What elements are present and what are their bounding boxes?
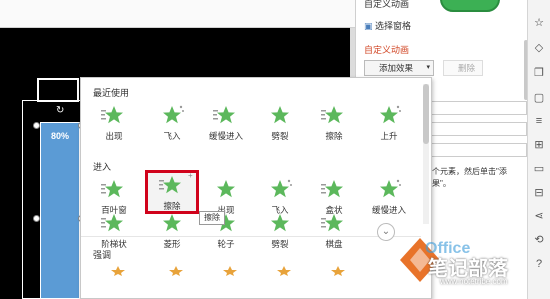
tooltip: 擦除 bbox=[199, 211, 225, 225]
effect-recent-item[interactable]: 飞入 bbox=[145, 100, 199, 144]
chevron-down-icon: ▾ bbox=[426, 64, 430, 71]
effect-label: 出现 bbox=[105, 131, 123, 141]
emphasis-effect-icon[interactable] bbox=[277, 266, 291, 276]
pane-hint-text: 个元素，然后单击"添 果"。 bbox=[432, 166, 527, 190]
star-effect-icon bbox=[101, 180, 123, 198]
panel-scrollbar[interactable] bbox=[423, 84, 429, 224]
star-effect-icon bbox=[213, 106, 235, 124]
effect-label: 棋盘 bbox=[325, 239, 343, 249]
effect-label: 缓慢进入 bbox=[208, 131, 243, 141]
effect-label: 缓慢进入 bbox=[371, 205, 406, 215]
pane-field-2[interactable] bbox=[430, 122, 527, 136]
copy-icon[interactable]: ❐ bbox=[533, 67, 545, 79]
layers-icon[interactable]: ⊞ bbox=[533, 139, 545, 151]
archive-icon[interactable]: ⊟ bbox=[533, 187, 545, 199]
right-icon-strip: ☆ ◇ ❐ ▢ ≡ ⊞ ▭ ⊟ ⋖ ⟲ ? bbox=[527, 0, 550, 299]
effect-entrance-item[interactable]: 棋盘 bbox=[307, 208, 361, 252]
star-effect-icon bbox=[159, 176, 181, 194]
effect-recent-item[interactable]: 上升 bbox=[362, 100, 416, 144]
watermark-url: www.notetribe.com bbox=[440, 277, 508, 286]
pane-field-3[interactable] bbox=[430, 143, 527, 157]
star-effect-icon bbox=[163, 214, 181, 232]
effect-recent-item[interactable]: 出现 bbox=[87, 100, 141, 144]
emphasis-effect-icon[interactable] bbox=[331, 266, 345, 276]
star-effect-icon bbox=[271, 179, 292, 198]
effect-label: 上升 bbox=[380, 131, 398, 141]
pane-field-1[interactable] bbox=[430, 101, 527, 115]
star-effect-icon bbox=[271, 214, 289, 232]
effect-label: 阶梯状 bbox=[101, 239, 127, 249]
effect-recent-item[interactable]: 劈裂 bbox=[253, 100, 307, 144]
effect-entrance-item[interactable]: 菱形 bbox=[145, 208, 199, 252]
settings-icon[interactable]: ≡ bbox=[533, 115, 545, 127]
plus-icon: + bbox=[188, 171, 193, 180]
effect-label: 菱形 bbox=[163, 239, 181, 249]
help-icon[interactable]: ? bbox=[533, 258, 545, 270]
history-icon[interactable]: ⟲ bbox=[533, 234, 545, 246]
star-effect-icon bbox=[217, 180, 235, 198]
resize-handle[interactable] bbox=[33, 122, 40, 129]
delete-label: 删除 bbox=[458, 63, 476, 73]
star-effect-icon bbox=[380, 179, 401, 198]
star-effect-icon bbox=[380, 105, 401, 124]
add-effect-button[interactable]: 添加效果 ▾ bbox=[364, 60, 434, 76]
resize-handle[interactable] bbox=[33, 215, 40, 222]
select-pane-link[interactable]: ▣ 选择窗格 bbox=[364, 19, 411, 32]
effect-recent-item[interactable]: 擦除 bbox=[307, 100, 361, 144]
effect-entrance-item[interactable]: 阶梯状 bbox=[87, 208, 141, 252]
select-pane-icon: ▣ bbox=[364, 21, 373, 31]
share-icon[interactable]: ⋖ bbox=[533, 210, 545, 222]
bar-shape[interactable]: 80% bbox=[40, 122, 80, 299]
star-effect-icon bbox=[101, 106, 123, 124]
effect-entrance-item[interactable]: 劈裂 bbox=[253, 208, 307, 252]
bag-icon[interactable]: ▢ bbox=[533, 92, 545, 104]
bar-label: 80% bbox=[50, 131, 69, 141]
effect-entrance-item[interactable]: 缓慢进入 bbox=[362, 174, 416, 218]
emphasis-effect-icon[interactable] bbox=[111, 266, 125, 276]
section-recent-title: 最近使用 bbox=[93, 88, 130, 98]
pane-hint-line2: 果"。 bbox=[432, 179, 451, 188]
star-effect-icon bbox=[163, 105, 184, 124]
emphasis-effect-icon[interactable] bbox=[169, 266, 183, 276]
effect-label: 擦除 bbox=[325, 131, 343, 141]
effect-label: 劈裂 bbox=[271, 131, 289, 141]
effects-dropdown: 最近使用 进入 强调 ⌄ 出现 飞入 缓慢进入 劈裂 擦除 上升 百叶窗 擦除 出现 飞入 盒状 缓慢… bbox=[80, 77, 432, 299]
rotate-handle-icon[interactable]: ↻ bbox=[56, 106, 66, 116]
select-pane-label: 选择窗格 bbox=[375, 21, 412, 31]
effect-recent-item[interactable]: 缓慢进入 bbox=[199, 100, 253, 144]
effect-label: 飞入 bbox=[163, 131, 181, 141]
star-effect-icon bbox=[321, 180, 343, 198]
page-icon[interactable]: ▭ bbox=[533, 163, 545, 175]
section-entrance-title: 进入 bbox=[93, 162, 112, 172]
emphasis-effect-icon[interactable] bbox=[223, 266, 237, 276]
section-title: 自定义动画 bbox=[364, 45, 410, 55]
slide-outline-shape[interactable] bbox=[37, 78, 79, 102]
star-effect-icon bbox=[321, 106, 343, 124]
pane-hint-line1: 个元素，然后单击"添 bbox=[432, 167, 507, 176]
task-pane-header: 自定义动画 bbox=[364, 0, 410, 9]
star-effect-icon bbox=[321, 214, 343, 232]
toggle-switch[interactable] bbox=[440, 0, 500, 12]
star-icon[interactable]: ☆ bbox=[533, 17, 545, 29]
slide-top-area bbox=[0, 0, 355, 28]
panel-scrollbar-thumb[interactable] bbox=[423, 84, 429, 144]
effect-label: 劈裂 bbox=[271, 239, 289, 249]
add-effect-label: 添加效果 bbox=[379, 63, 414, 73]
star-effect-icon bbox=[101, 214, 123, 232]
shapes-icon[interactable]: ◇ bbox=[533, 42, 545, 54]
star-effect-icon bbox=[271, 106, 289, 124]
effect-label: 轮子 bbox=[217, 239, 235, 249]
delete-button[interactable]: 删除 bbox=[443, 60, 483, 76]
